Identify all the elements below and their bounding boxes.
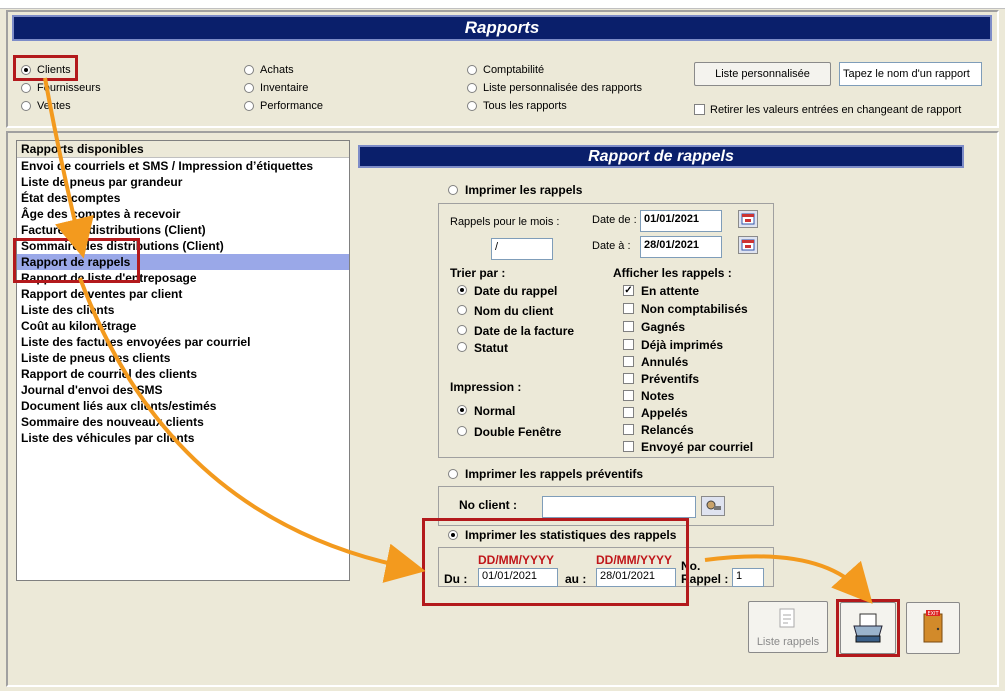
guide-arrows — [43, 77, 873, 604]
arrow-to-report — [43, 77, 94, 259]
arrow-to-print — [704, 554, 873, 604]
reports-window: Rapports Clients Fournisseurs Ventes Ach… — [0, 0, 1005, 691]
arrow-to-stats — [78, 277, 426, 583]
